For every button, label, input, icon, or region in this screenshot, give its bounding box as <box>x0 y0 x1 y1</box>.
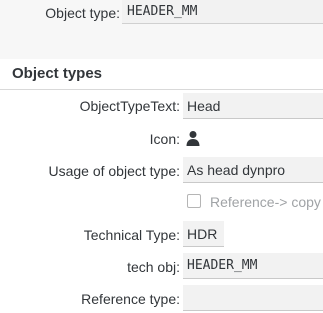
tech-obj-value: HEADER_MM <box>187 258 258 273</box>
object-type-detail-page: Object type: HEADER_MM Object types Obje… <box>0 0 323 313</box>
usage-value: As head dynpro <box>187 162 286 178</box>
icon-label: Icon: <box>149 131 180 147</box>
tech-obj-field[interactable]: HEADER_MM <box>183 253 323 279</box>
object-type-value: HEADER_MM <box>127 4 198 19</box>
reference-type-field[interactable] <box>183 285 323 311</box>
object-type-header: Object type: HEADER_MM <box>0 0 323 59</box>
object-type-text-label: ObjectTypeText: <box>79 98 180 114</box>
reference-copy-label: Reference-> copy <box>210 194 321 210</box>
usage-field[interactable]: As head dynpro <box>183 157 323 183</box>
technical-type-field[interactable]: HDR <box>183 221 224 247</box>
object-type-label: Object type: <box>45 5 120 21</box>
section-title: Object types <box>12 65 103 82</box>
section-divider <box>0 89 323 90</box>
object-type-text-field[interactable]: Head <box>183 93 323 119</box>
object-type-field[interactable]: HEADER_MM <box>122 0 323 24</box>
reference-copy-checkbox[interactable] <box>187 194 201 208</box>
usage-label: Usage of object type: <box>48 163 180 179</box>
object-type-text-value: Head <box>187 98 221 114</box>
technical-type-label: Technical Type: <box>83 227 180 243</box>
technical-type-value: HDR <box>187 226 218 242</box>
reference-type-label: Reference type: <box>81 291 180 307</box>
tech-obj-label: tech obj: <box>127 259 180 275</box>
person-icon[interactable] <box>185 130 201 146</box>
